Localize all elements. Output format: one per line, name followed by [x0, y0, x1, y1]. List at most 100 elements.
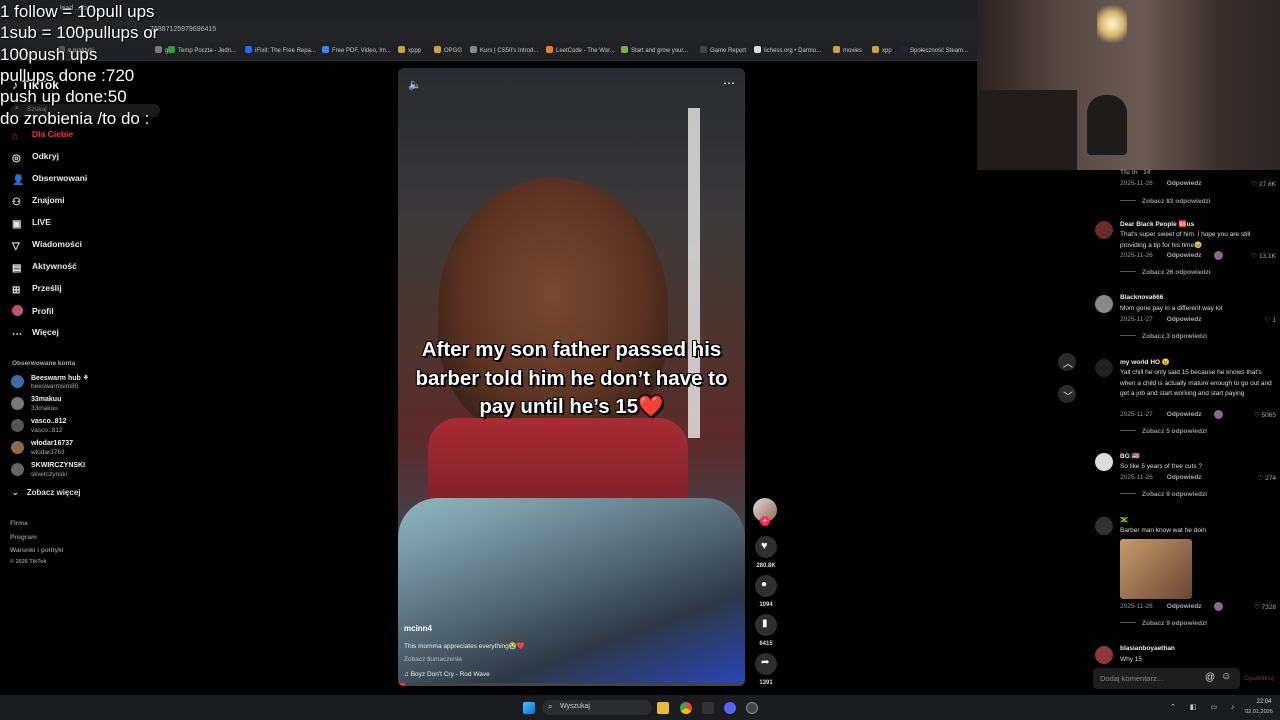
save-button[interactable]: ▮: [755, 614, 777, 636]
chrome-icon[interactable]: [680, 702, 692, 714]
view-replies-button[interactable]: Zobacz 3 odpowiedzi: [1120, 333, 1207, 340]
mute-icon[interactable]: 🔈: [408, 78, 422, 91]
view-replies-button[interactable]: Zobacz 9 odpowiedzi: [1120, 491, 1207, 498]
app-icon[interactable]: [702, 702, 714, 714]
avatar[interactable]: [11, 397, 24, 410]
bookmark-item[interactable]: movies: [833, 46, 862, 54]
next-video-button[interactable]: ﹀: [1058, 385, 1076, 403]
clock-time[interactable]: 22:04: [1250, 699, 1278, 705]
reply-button[interactable]: Odpowiedz: [1167, 411, 1202, 418]
sidebar-item-odkryj[interactable]: ◎ Odkryj: [12, 151, 59, 164]
comment-author[interactable]: my world HO 😉: [1120, 358, 1170, 366]
bookmark-label: Społeczność Steam...: [910, 48, 969, 54]
following-name[interactable]: włodar1673​7: [31, 440, 73, 447]
taskbar-search-input[interactable]: ⌕ Wyszukaj: [542, 700, 652, 715]
avatar[interactable]: [1095, 517, 1113, 535]
avatar[interactable]: [11, 375, 24, 388]
footer-link[interactable]: Firma: [10, 520, 28, 527]
bookmark-item[interactable]: lichess.org • Darmo...: [754, 46, 821, 54]
video-progress-track[interactable]: [398, 683, 745, 686]
following-name[interactable]: Beeswarm hub ⚘: [31, 374, 89, 382]
follow-plus-icon[interactable]: +: [760, 516, 770, 526]
mention-icon[interactable]: @: [1205, 672, 1215, 683]
comment-button[interactable]: ●: [755, 575, 777, 597]
reply-button[interactable]: Odpowiedz: [1167, 180, 1202, 187]
previous-video-button[interactable]: ︿: [1058, 353, 1076, 371]
view-replies-button[interactable]: Zobacz 9 odpowiedzi: [1120, 620, 1207, 627]
reply-button[interactable]: Odpowiedz: [1167, 316, 1202, 323]
comment-like[interactable]: ♡ 13.1K: [1243, 252, 1276, 260]
following-name[interactable]: vasco..812: [31, 418, 66, 425]
discord-icon[interactable]: [724, 702, 736, 714]
view-replies-button[interactable]: Zobacz 26 odpowiedzi: [1120, 269, 1211, 276]
url-text[interactable]: 7688712597969641​5: [150, 26, 216, 33]
avatar[interactable]: [11, 419, 24, 432]
avatar[interactable]: [1095, 359, 1113, 377]
bookmark-item[interactable]: Start and grow your...: [621, 46, 688, 54]
see-more-button[interactable]: ⌄ Zobacz więcej: [12, 488, 81, 497]
bookmark-item[interactable]: LeetCode - The Wor...: [546, 46, 615, 54]
avatar[interactable]: [1095, 295, 1113, 313]
bookmark-item[interactable]: xppp: [398, 46, 421, 54]
bookmark-item[interactable]: Game Report: [700, 46, 746, 54]
emoji-icon[interactable]: ☺: [1221, 671, 1231, 682]
avatar[interactable]: [1095, 453, 1113, 471]
comment-author[interactable]: 🇯🇲: [1120, 516, 1128, 524]
sidebar-item-prześlij[interactable]: ⊞ Prześlij: [12, 283, 62, 296]
comment-like[interactable]: ♡ 7328: [1243, 603, 1276, 611]
view-replies-button[interactable]: Zobacz 5 odpowiedzi: [1120, 428, 1207, 435]
sidebar-item-znajomi[interactable]: ⚇ Znajomi: [12, 195, 65, 208]
share-button[interactable]: ➦: [755, 653, 777, 675]
sidebar-item-dla-ciebie[interactable]: ⌂ Dla Ciebie: [12, 129, 73, 142]
comment-author[interactable]: Blacknova666: [1120, 294, 1163, 301]
comment-like[interactable]: ♡ 1: [1243, 316, 1276, 324]
footer-link[interactable]: Program: [10, 534, 37, 541]
more-options-icon[interactable]: ⋯: [723, 76, 735, 90]
post-comment-button[interactable]: Opublikuj: [1244, 675, 1274, 682]
comment-image[interactable]: [1120, 539, 1192, 599]
following-name[interactable]: SKWIRCZYNSKI: [31, 462, 85, 469]
system-tray-icons[interactable]: ⌃ ◧ ▭ ♪: [1170, 703, 1240, 711]
comment-author[interactable]: Ttu In ‍ ‍ 14: [1120, 169, 1150, 176]
avatar[interactable]: [11, 463, 24, 476]
sidebar-item-wiadomości[interactable]: ▽ Wiadomości: [12, 239, 82, 252]
bookmark-item[interactable]: Free PDF, Video, Im...: [322, 46, 391, 54]
comment-author[interactable]: Dear Black People 🆘us: [1120, 220, 1194, 228]
like-button[interactable]: ♥: [755, 536, 777, 558]
bookmark-item[interactable]: Społeczność Steam...: [900, 46, 968, 54]
overlay-line: 1sub = 100pullups or: [0, 23, 159, 43]
bookmark-item[interactable]: Temp Poczta - Jedn...: [168, 46, 236, 54]
avatar[interactable]: [11, 441, 24, 454]
comment-author[interactable]: blasianboyaethan: [1120, 645, 1175, 652]
clock-date[interactable]: 02.01.2026: [1240, 709, 1278, 715]
comment-like[interactable]: ♡ 274: [1243, 474, 1277, 482]
reply-button[interactable]: Odpowiedz: [1167, 252, 1202, 259]
avatar[interactable]: [1095, 646, 1113, 664]
bookmark-label: lichess.org • Darmo...: [764, 48, 822, 54]
start-icon[interactable]: [523, 702, 535, 714]
file-explorer-icon[interactable]: [657, 702, 669, 714]
avatar[interactable]: [1095, 221, 1113, 239]
comment-like[interactable]: ♡ 5065: [1243, 411, 1276, 419]
sidebar-item-aktywność[interactable]: ▤ Aktywność: [12, 261, 77, 274]
comment-author[interactable]: BG 🇺🇸: [1120, 452, 1140, 460]
translate-link[interactable]: Zobacz tłumaczenie: [404, 656, 462, 663]
bookmark-item[interactable]: Kurs | CS50's Introd...: [470, 46, 538, 54]
sidebar-item-więcej[interactable]: ⋯ Więcej: [12, 327, 59, 340]
bookmark-item[interactable]: g: [155, 46, 168, 54]
following-name[interactable]: 33makuu: [31, 396, 61, 403]
reply-button[interactable]: Odpowiedz: [1167, 603, 1202, 610]
sidebar-item-profil[interactable]: Profil: [12, 305, 54, 316]
music-row[interactable]: ♫ Boyz Don't Cry - Rod Wave: [404, 671, 490, 678]
sidebar-item-live[interactable]: ▣ LIVE: [12, 217, 51, 230]
bookmark-item[interactable]: iFixit: The Free Repa...: [245, 46, 316, 54]
video-author[interactable]: mcinn4: [404, 624, 432, 633]
obs-icon[interactable]: [746, 702, 758, 714]
view-replies-button[interactable]: Zobacz 83 odpowiedzi: [1120, 198, 1211, 205]
bookmark-item[interactable]: OPGG: [434, 46, 462, 54]
comment-like[interactable]: ♡ 27.8K: [1243, 180, 1276, 188]
sidebar-item-obserwowani[interactable]: 👤 Obserwowani: [12, 173, 87, 186]
footer-link[interactable]: Warunki i polityki: [10, 547, 64, 554]
bookmark-item[interactable]: xpp: [872, 46, 892, 54]
reply-button[interactable]: Odpowiedz: [1167, 474, 1202, 481]
